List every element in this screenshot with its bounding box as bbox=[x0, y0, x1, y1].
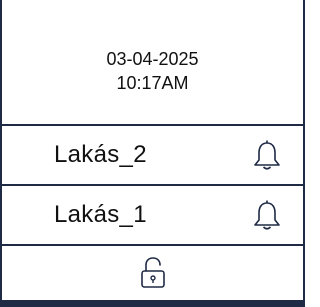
unlock-icon bbox=[140, 257, 165, 288]
bell-icon[interactable] bbox=[252, 199, 282, 231]
apartment-row-lakas-1[interactable]: Lakás_1 bbox=[2, 186, 303, 244]
datetime-display: 03-04-2025 10:17AM bbox=[2, 0, 303, 125]
apartment-label: Lakás_1 bbox=[54, 201, 147, 228]
time-text: 10:17AM bbox=[116, 72, 189, 93]
apartment-label: Lakás_2 bbox=[54, 141, 147, 168]
bell-icon[interactable] bbox=[252, 139, 282, 171]
unlock-door-button[interactable] bbox=[2, 246, 303, 300]
apartment-row-lakas-2[interactable]: Lakás_2 bbox=[2, 126, 303, 184]
intercom-panel: 03-04-2025 10:17AM Lakás_2 Lakás_1 bbox=[0, 0, 305, 307]
date-text: 03-04-2025 bbox=[106, 48, 199, 69]
bottom-border bbox=[2, 300, 303, 307]
